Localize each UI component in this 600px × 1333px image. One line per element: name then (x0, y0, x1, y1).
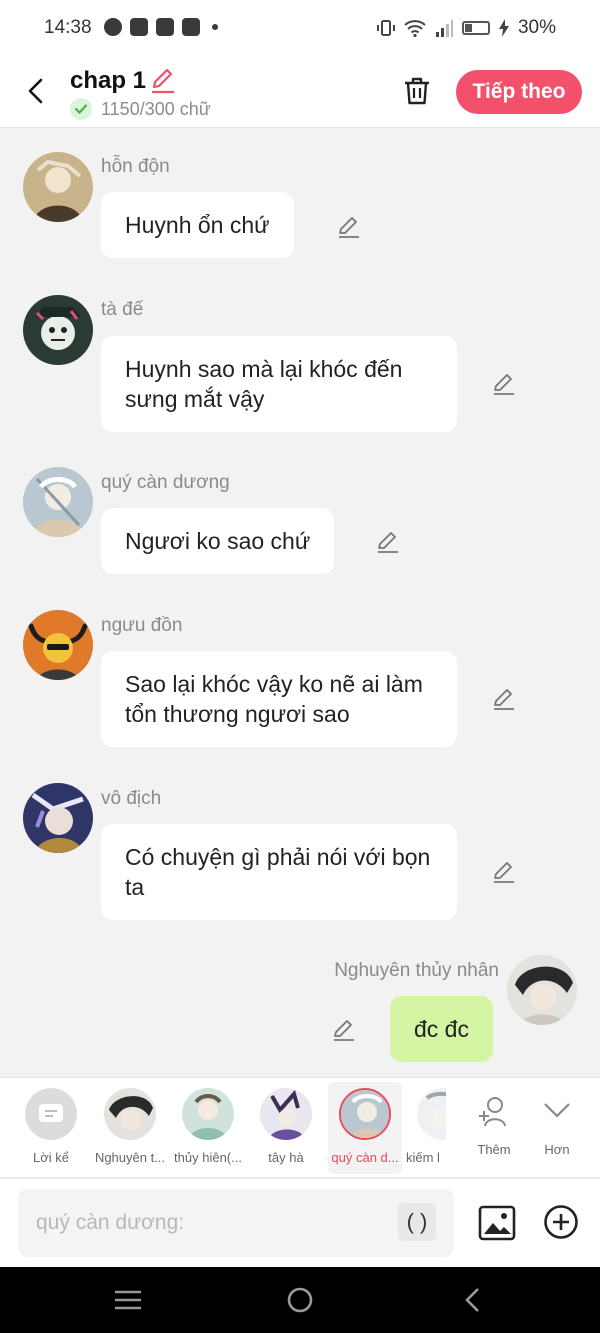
character-item[interactable]: Nghuyên t... (93, 1082, 167, 1174)
character-bar: Lời kể Nghuyên t... thủy hiên(... tây hà… (0, 1077, 600, 1178)
message-input[interactable] (18, 1189, 454, 1257)
edit-message-icon[interactable] (491, 858, 517, 884)
notification-icons (104, 18, 218, 36)
charging-icon (498, 19, 509, 37)
word-count: 1150/300 chữ (101, 99, 211, 119)
more-label: Hơn (544, 1142, 570, 1157)
chevron-down-icon (544, 1103, 570, 1118)
character-avatar (182, 1088, 234, 1140)
sender-name: Nghuyên thủy nhân (334, 960, 499, 981)
trash-icon[interactable] (400, 74, 434, 108)
edit-message-icon[interactable] (375, 528, 401, 554)
plus-circle-icon[interactable] (543, 1204, 579, 1240)
message-bubble[interactable]: Huynh ổn chứ (101, 192, 294, 258)
character-label: Nghuyên t... (94, 1150, 166, 1165)
character-avatar (260, 1088, 312, 1140)
sender-name: quý càn dương (101, 472, 230, 493)
narrator-avatar (25, 1088, 77, 1140)
avatar[interactable] (23, 295, 93, 365)
character-avatar (417, 1088, 446, 1140)
edit-title-icon[interactable] (149, 66, 177, 94)
back-button[interactable] (20, 74, 50, 108)
system-nav-bar (0, 1267, 600, 1333)
character-label: tây hà (268, 1150, 304, 1165)
next-button[interactable]: Tiếp theo (456, 70, 582, 114)
avatar[interactable] (23, 610, 93, 680)
character-narrator[interactable]: Lời kể (14, 1082, 88, 1174)
wifi-icon (404, 20, 426, 38)
sender-name: ngưu đồn (101, 615, 183, 636)
chapter-title: chap 1 (70, 67, 147, 94)
signal-icon (435, 20, 453, 37)
message-bubble[interactable]: Sao lại khóc vậy ko nẽ ai làm tổn thương… (101, 651, 457, 747)
message-bubble[interactable]: Huynh sao mà lại khóc đến sưng mắt vậy (101, 336, 457, 432)
message-bubble[interactable]: đc đc (390, 996, 493, 1062)
more-notifications-dot (212, 24, 218, 30)
message-bubble[interactable]: Ngươi ko sao chứ (101, 508, 335, 574)
status-bar: 14:38 30% (0, 0, 600, 56)
facebook-icon (130, 18, 148, 36)
narrator-icon (39, 1104, 63, 1122)
battery-percent: 30% (517, 17, 556, 38)
message-bubble[interactable]: Có chuyện gì phải nói với bọn ta (101, 824, 457, 920)
parentheses-button[interactable]: ( ) (398, 1203, 436, 1241)
chapter-header: chap 1 1150/300 chữ Tiếp theo (0, 56, 600, 128)
character-item-selected[interactable]: quý càn d... (328, 1082, 402, 1174)
more-button[interactable]: Hơn (520, 1082, 594, 1174)
home-icon[interactable] (284, 1284, 316, 1316)
status-time: 14:38 (44, 17, 92, 38)
battery-icon (461, 21, 490, 35)
character-item[interactable]: tây hà (249, 1082, 323, 1174)
edit-message-icon[interactable] (331, 1016, 357, 1042)
avatar[interactable] (507, 955, 577, 1025)
chevron-left-icon (28, 78, 43, 104)
check-icon (70, 98, 92, 120)
sender-name: vô địch (101, 788, 162, 809)
add-person-icon (479, 1097, 506, 1127)
menu-icon[interactable] (112, 1284, 144, 1316)
back-nav-icon[interactable] (457, 1284, 489, 1316)
messenger-icon (104, 18, 122, 36)
avatar[interactable] (23, 783, 93, 853)
character-label: kiếm l (406, 1150, 440, 1165)
battery-level (464, 24, 473, 32)
character-item[interactable]: kiếm l (406, 1082, 446, 1174)
character-avatar (339, 1088, 391, 1140)
character-item[interactable]: thủy hiên(... (171, 1082, 245, 1174)
youtube-icon (182, 18, 200, 36)
character-label: thủy hiên(... (174, 1150, 242, 1165)
app-notification-icon (156, 18, 174, 36)
avatar[interactable] (23, 152, 93, 222)
vibrate-icon (376, 20, 395, 36)
image-icon[interactable] (478, 1204, 516, 1242)
edit-message-icon[interactable] (336, 213, 362, 239)
input-bar: ( ) (0, 1179, 600, 1267)
status-right: 30% (376, 17, 556, 39)
avatar[interactable] (23, 467, 93, 537)
edit-message-icon[interactable] (491, 370, 517, 396)
sender-name: tà đế (101, 299, 144, 320)
character-label: quý càn d... (331, 1150, 399, 1165)
character-label: Lời kể (33, 1150, 69, 1165)
sender-name: hỗn độn (101, 156, 170, 177)
edit-message-icon[interactable] (491, 685, 517, 711)
character-avatar (104, 1088, 156, 1140)
